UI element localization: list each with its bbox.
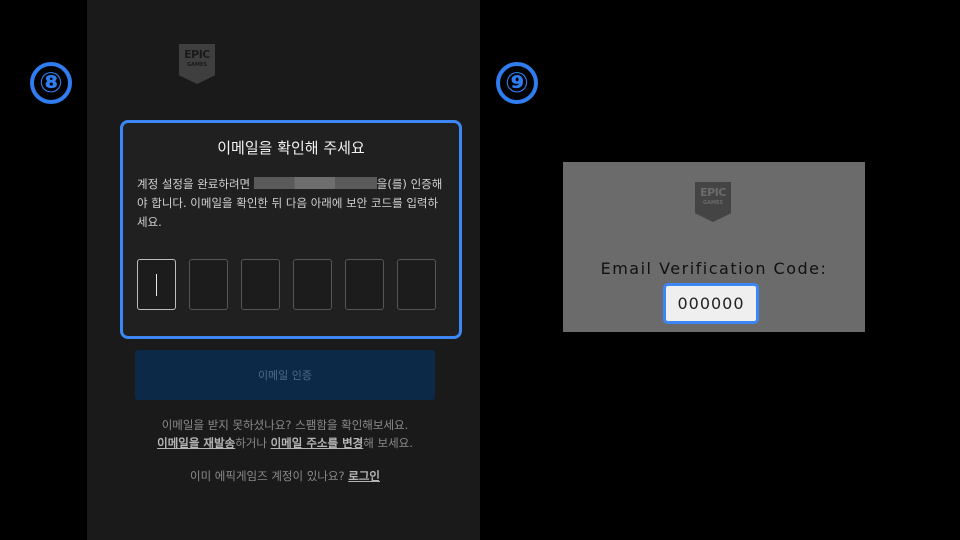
code-digit-4[interactable] xyxy=(293,259,332,310)
code-digit-2[interactable] xyxy=(189,259,228,310)
epic-games-logo: EPIC GAMES xyxy=(695,182,731,222)
code-digit-5[interactable] xyxy=(345,259,384,310)
code-digit-3[interactable] xyxy=(241,259,280,310)
email-verification-dialog: 이메일을 확인해 주세요 계정 설정을 완료하려면 을(를) 인증해야 합니다.… xyxy=(120,120,462,339)
help-line-spam: 이메일을 받지 못하셨나요? 스팸함을 확인해보세요. xyxy=(161,418,409,432)
help-line-login: 이미 에픽게임즈 계정이 있나요? 로그인 xyxy=(189,469,380,483)
security-code-inputs xyxy=(137,259,436,310)
email-code-preview: EPIC GAMES Email Verification Code: 0000… xyxy=(563,162,865,332)
step-8-badge: ⑧ xyxy=(30,62,72,104)
step-9-badge: ⑨ xyxy=(496,62,538,104)
code-digit-6[interactable] xyxy=(397,259,436,310)
verification-code-label: Email Verification Code: xyxy=(600,259,828,278)
dialog-title: 이메일을 확인해 주세요 xyxy=(217,139,365,157)
verification-code-value: 000000 xyxy=(663,283,759,324)
dialog-description: 계정 설정을 완료하려면 을(를) 인증해야 합니다. 이메일을 확인한 뒤 다… xyxy=(137,177,443,229)
code-digit-1[interactable] xyxy=(137,259,176,310)
help-line-links: 이메일을 재발송하거나 이메일 주소를 변경해 보세요. xyxy=(157,436,413,450)
text-caret xyxy=(156,274,157,296)
change-email-link[interactable]: 이메일 주소를 변경 xyxy=(271,436,364,450)
masked-email xyxy=(253,177,377,189)
verify-email-button[interactable]: 이메일 인증 xyxy=(135,350,435,400)
resend-email-link[interactable]: 이메일을 재발송 xyxy=(157,436,235,450)
login-link[interactable]: 로그인 xyxy=(348,469,380,483)
